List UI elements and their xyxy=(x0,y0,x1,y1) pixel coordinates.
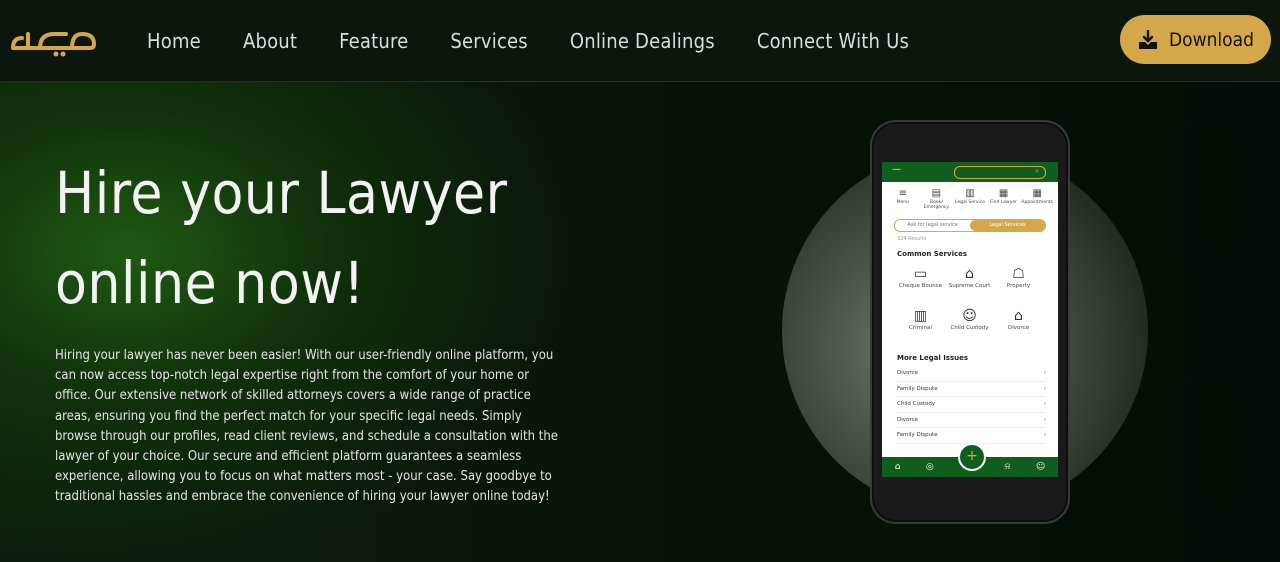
app-header: — ⌕ xyxy=(882,162,1058,182)
app-menu-item: ▥ Legal Service xyxy=(954,188,986,205)
court-icon: ⌂ xyxy=(965,266,974,282)
app-logo: — xyxy=(892,165,901,175)
services-grid: ▭ Cheque Bounce ⌂ Supreme Court ☖ Property … xyxy=(882,262,1058,346)
user-icon: ☺ xyxy=(1035,462,1046,472)
add-icon: + xyxy=(958,443,986,471)
issue-row: Family Dispute › xyxy=(897,428,1046,444)
lawyer-icon: ▦ xyxy=(998,188,1009,199)
app-toggle: Ask for legal service Legal Services xyxy=(894,219,1046,232)
bell-icon: ⍾ xyxy=(1004,462,1011,472)
app-menu-item: ▦ Find Lawyer xyxy=(988,188,1020,210)
service-item: ⌂ Divorce xyxy=(994,304,1043,346)
top-navbar: Home About Feature Services Online Deali… xyxy=(0,0,1280,82)
nav-links: Home About Feature Services Online Deali… xyxy=(147,0,951,81)
app-search-bar: ⌕ xyxy=(954,166,1046,179)
cheque-icon: ▭ xyxy=(913,266,928,282)
download-button[interactable]: Download xyxy=(1120,15,1271,64)
chevron-right-icon: › xyxy=(1043,385,1046,392)
chevron-right-icon: › xyxy=(1043,401,1046,407)
chevron-right-icon: › xyxy=(1043,432,1046,438)
chevron-right-icon: › xyxy=(1043,370,1046,376)
service-item: ▭ Cheque Bounce xyxy=(896,262,945,304)
download-label: Download xyxy=(1169,28,1254,51)
results-count: 324 Results xyxy=(897,236,927,242)
phone-mockup: — ⌕ ≡ Menu ▤ Book/ Emergency ▥ Legal Servic… xyxy=(870,120,1070,524)
app-menu-item: ≡ Menu xyxy=(887,188,919,210)
more-issues-heading: More Legal Issues xyxy=(897,354,969,362)
service-item: ▥ Criminal xyxy=(896,304,945,346)
legal-icon: ▥ xyxy=(965,188,975,199)
nav-feature[interactable]: Feature xyxy=(339,29,408,53)
hero-description: Hiring your lawyer has never been easier… xyxy=(55,348,558,505)
search-icon: ⌕ xyxy=(1035,167,1039,175)
chat-icon: ◎ xyxy=(925,462,934,472)
download-icon xyxy=(1139,29,1157,49)
jail-icon: ▥ xyxy=(913,308,928,324)
common-services-heading: Common Services xyxy=(897,250,968,258)
app-menu-item: ▦ Appointments xyxy=(1021,188,1053,205)
service-item: ⌂ Supreme Court xyxy=(945,262,994,304)
property-icon: ☖ xyxy=(1012,266,1025,282)
issue-row: Family Dispute › xyxy=(897,382,1046,397)
nav-services[interactable]: Services xyxy=(450,29,527,53)
book-icon: ▤ xyxy=(931,188,942,199)
calendar-icon: ▦ xyxy=(1032,188,1042,199)
app-screen: — ⌕ ≡ Menu ▤ Book/ Emergency ▥ Legal Servic… xyxy=(882,162,1058,477)
family-icon: ⌂ xyxy=(1014,308,1023,324)
nav-online-dealings[interactable]: Online Dealings xyxy=(570,29,715,53)
issue-row: Child Custody › xyxy=(897,397,1046,413)
issue-row: Divorce › xyxy=(897,413,1046,428)
app-quick-icons: ≡ Menu ▤ Book/ Emergency ▥ Legal Service ▦ F… xyxy=(882,182,1058,212)
brand-logo[interactable] xyxy=(10,20,98,60)
toggle-ask: Ask for legal service xyxy=(907,222,958,228)
service-item: ☖ Property xyxy=(994,262,1043,304)
hero-title: Hire your Lawyer online now! xyxy=(55,159,508,317)
menu-icon: ≡ xyxy=(898,188,907,199)
toggle-legal-services: Legal Services xyxy=(970,220,1045,231)
home-icon: ⌂ xyxy=(894,462,901,472)
service-item: ☺ Child Custody xyxy=(945,304,994,346)
issue-row: Divorce › xyxy=(897,366,1046,382)
child-icon: ☺ xyxy=(962,308,977,324)
app-menu-item: ▤ Book/ Emergency xyxy=(920,188,952,210)
nav-home[interactable]: Home xyxy=(147,29,201,53)
nav-about[interactable]: About xyxy=(243,29,297,53)
chevron-right-icon: › xyxy=(1043,416,1046,423)
nav-connect[interactable]: Connect With Us xyxy=(757,29,909,53)
